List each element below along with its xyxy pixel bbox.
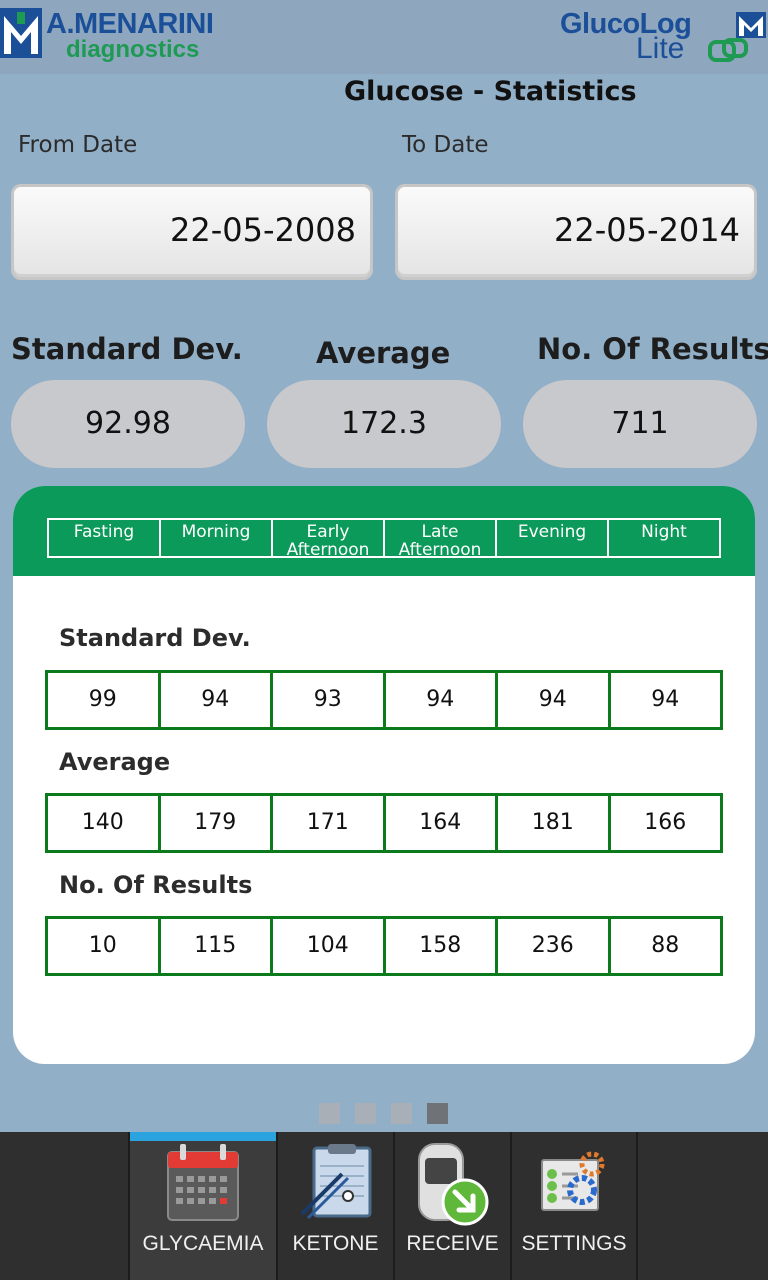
- nav-empty-slot: [0, 1132, 129, 1280]
- std-cell: 94: [382, 670, 498, 730]
- avg-cell: 171: [270, 793, 386, 853]
- period-header-late-afternoon: Late Afternoon: [385, 520, 497, 560]
- glucolog-logo: GlucoLog Lite: [560, 8, 768, 66]
- count-cell: 104: [270, 916, 386, 976]
- std-cell: 94: [495, 670, 611, 730]
- speech-bubble-icon: [708, 38, 748, 62]
- avg-section-title: Average: [59, 748, 171, 776]
- count-cell: 88: [607, 916, 723, 976]
- menarini-m-icon: [0, 8, 42, 58]
- statistics-card: Fasting Morning Early Afternoon Late Aft…: [13, 486, 755, 1064]
- std-row: 99 94 93 94 94 94: [45, 670, 723, 730]
- avg-cell: 164: [382, 793, 498, 853]
- app-header: A.MENARINI diagnostics GlucoLog Lite: [0, 0, 768, 74]
- summary-count-value: 711: [523, 380, 757, 468]
- page-dot-active[interactable]: [427, 1103, 448, 1124]
- period-header-text: Morning: [181, 522, 251, 542]
- summary-std-value: 92.98: [11, 380, 245, 468]
- nav-settings[interactable]: SETTINGS: [511, 1132, 637, 1280]
- nav-glycaemia[interactable]: GLYCAEMIA: [129, 1132, 277, 1280]
- std-cell: 94: [157, 670, 273, 730]
- menarini-sub-text: diagnostics: [66, 36, 200, 63]
- period-header-fasting: Fasting: [49, 520, 161, 556]
- period-header-text: Night: [641, 522, 687, 542]
- card-header: Fasting Morning Early Afternoon Late Aft…: [13, 486, 755, 576]
- nav-receive[interactable]: RECEIVE: [394, 1132, 511, 1280]
- to-date-field[interactable]: 22-05-2014: [395, 184, 757, 280]
- page-dot[interactable]: [319, 1103, 340, 1124]
- avg-row: 140 179 171 164 181 166: [45, 793, 723, 853]
- summary-count-label: No. Of Results: [537, 332, 768, 366]
- std-cell: 94: [607, 670, 723, 730]
- page-title: Glucose - Statistics: [344, 76, 637, 107]
- nav-label: KETONE: [292, 1232, 379, 1255]
- std-cell: 99: [45, 670, 161, 730]
- period-header-text: Late: [421, 522, 459, 542]
- count-cell: 10: [45, 916, 161, 976]
- summary-avg-value: 172.3: [267, 380, 501, 468]
- nav-label: GLYCAEMIA: [142, 1232, 264, 1255]
- period-header-text: Afternoon: [398, 540, 482, 560]
- calendar-icon: [167, 1144, 239, 1221]
- nav-label: RECEIVE: [406, 1232, 499, 1255]
- from-date-field[interactable]: 22-05-2008: [11, 184, 373, 280]
- bottom-nav: GLYCAEMIA KETONE RECEIVE SETTINGS: [0, 1132, 768, 1280]
- period-header-night: Night: [609, 520, 719, 556]
- glucolog-lite-text: Lite: [636, 32, 685, 65]
- settings-gear-icon: [541, 1151, 605, 1211]
- page-indicator: [319, 1103, 448, 1124]
- count-cell: 236: [495, 916, 611, 976]
- menarini-m-small-icon: [736, 12, 766, 38]
- count-cell: 158: [382, 916, 498, 976]
- period-header-morning: Morning: [161, 520, 273, 556]
- to-date-label: To Date: [402, 132, 489, 158]
- summary-avg-label: Average: [316, 336, 451, 370]
- avg-cell: 140: [45, 793, 161, 853]
- period-header-early-afternoon: Early Afternoon: [273, 520, 385, 560]
- summary-std-label: Standard Dev.: [11, 332, 243, 366]
- page-dot[interactable]: [355, 1103, 376, 1124]
- avg-cell: 179: [157, 793, 273, 853]
- meter-download-icon: [417, 1143, 488, 1226]
- avg-cell: 166: [607, 793, 723, 853]
- nav-ketone[interactable]: KETONE: [277, 1132, 394, 1280]
- std-cell: 93: [270, 670, 386, 730]
- active-tab-indicator: [130, 1132, 276, 1141]
- page-dot[interactable]: [391, 1103, 412, 1124]
- period-headers: Fasting Morning Early Afternoon Late Aft…: [47, 518, 721, 560]
- period-header-evening: Evening: [497, 520, 609, 556]
- nav-empty-slot: [637, 1132, 768, 1280]
- period-header-text: Early: [306, 522, 350, 542]
- period-header-text: Evening: [517, 522, 587, 542]
- period-header-text: Fasting: [73, 522, 135, 542]
- period-header-text: Afternoon: [286, 540, 370, 560]
- from-date-label: From Date: [18, 132, 138, 158]
- count-section-title: No. Of Results: [59, 871, 253, 899]
- avg-cell: 181: [495, 793, 611, 853]
- count-cell: 115: [157, 916, 273, 976]
- nav-label: SETTINGS: [521, 1232, 627, 1255]
- clipboard-icon: [300, 1144, 371, 1220]
- std-section-title: Standard Dev.: [59, 624, 251, 652]
- count-row: 10 115 104 158 236 88: [45, 916, 723, 976]
